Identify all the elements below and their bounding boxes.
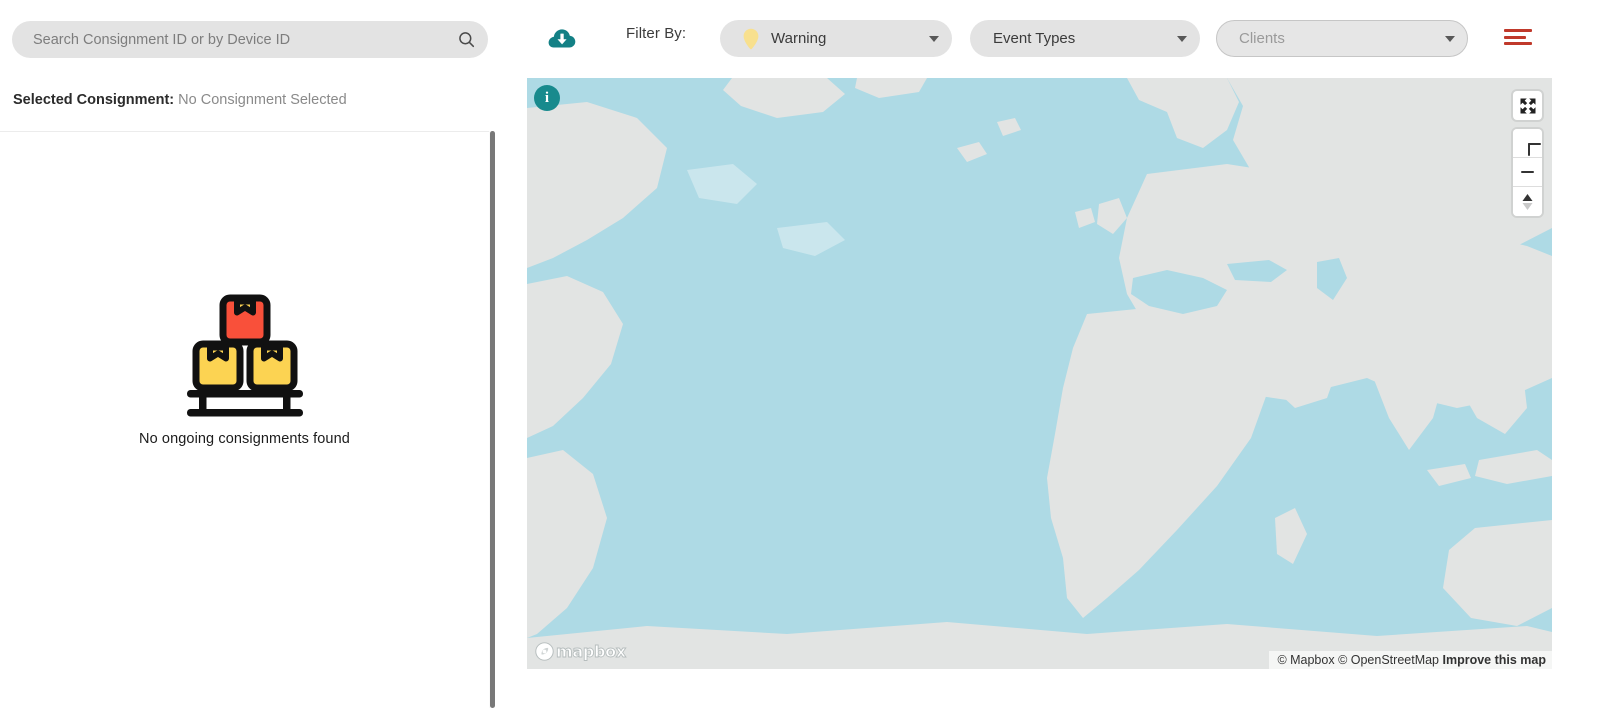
sort-line-2 bbox=[1504, 35, 1526, 39]
search-input[interactable] bbox=[12, 21, 444, 58]
map-fullscreen-button[interactable] bbox=[1513, 91, 1542, 120]
chevron-down-icon bbox=[1177, 35, 1187, 42]
map-landmass-layer bbox=[527, 78, 1552, 669]
chevron-down-icon bbox=[1445, 35, 1455, 42]
consignment-tracking-page: Filter By: Warning Event Types Clients bbox=[0, 0, 1614, 708]
consignment-list-panel: Selected Consignment: No Consignment Sel… bbox=[0, 74, 495, 708]
dropdown-event-types-value: Event Types bbox=[993, 30, 1076, 47]
empty-state-message: No ongoing consignments found bbox=[139, 430, 350, 447]
map-pin-marker-icon bbox=[743, 28, 759, 49]
panel-map-gutter bbox=[495, 74, 527, 708]
improve-this-map-link[interactable]: Improve this map bbox=[1443, 653, 1547, 667]
compass-reset-north-icon bbox=[1522, 193, 1533, 210]
map-zoom-controls bbox=[1513, 129, 1542, 216]
dropdown-severity-value: Warning bbox=[771, 30, 827, 47]
attribution-mapbox[interactable]: © Mapbox bbox=[1277, 653, 1334, 667]
map-zoom-out-button[interactable] bbox=[1513, 158, 1542, 187]
mapbox-logo[interactable]: mapbox bbox=[535, 642, 627, 662]
minus-icon bbox=[1521, 170, 1534, 174]
info-icon: i bbox=[544, 89, 550, 106]
sort-line-1 bbox=[1504, 29, 1532, 32]
top-toolbar: Filter By: Warning Event Types Clients bbox=[0, 0, 1614, 74]
map-info-button[interactable]: i bbox=[534, 85, 560, 111]
stacked-boxes-on-pallet-icon bbox=[186, 294, 303, 416]
world-map[interactable]: i mapbox © Mapbox © OpenStreetMap Improv… bbox=[527, 78, 1552, 669]
cloud-download-icon bbox=[548, 29, 576, 48]
search-icon bbox=[458, 32, 474, 48]
filter-by-label: Filter By: bbox=[626, 25, 687, 42]
dropdown-severity[interactable]: Warning bbox=[720, 20, 952, 57]
map-attribution: © Mapbox © OpenStreetMap Improve this ma… bbox=[1269, 651, 1552, 669]
dropdown-clients-value: Clients bbox=[1239, 30, 1285, 47]
fullscreen-expand-icon bbox=[1520, 98, 1535, 113]
empty-state: No ongoing consignments found bbox=[0, 74, 489, 708]
mapbox-wordmark: mapbox bbox=[556, 642, 627, 662]
map-compass-button[interactable] bbox=[1513, 187, 1542, 216]
mapbox-mark-icon bbox=[535, 642, 554, 661]
map-zoom-in-button[interactable] bbox=[1513, 129, 1542, 158]
chevron-down-icon bbox=[929, 35, 939, 42]
attribution-osm[interactable]: © OpenStreetMap bbox=[1338, 653, 1439, 667]
dropdown-event-types[interactable]: Event Types bbox=[970, 20, 1200, 57]
sort-line-3 bbox=[1504, 42, 1532, 45]
search-bar[interactable] bbox=[12, 21, 488, 58]
download-button[interactable] bbox=[543, 20, 581, 58]
sort-filter-list-button[interactable] bbox=[1504, 29, 1532, 47]
search-button[interactable] bbox=[444, 21, 488, 58]
dropdown-clients[interactable]: Clients bbox=[1216, 20, 1468, 57]
